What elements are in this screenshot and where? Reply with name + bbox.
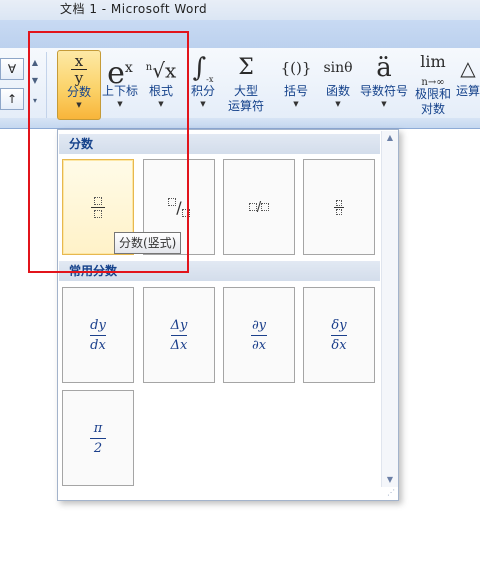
section-header-common-fractions: 常用分数: [59, 261, 380, 281]
small-fraction-icon: [334, 199, 344, 215]
fraction-gallery-dropdown: 分数 / / 常用分数 dy dx Δy Δx ∂y ∂x δy δx π2 ▲ ▼ ⋰: [57, 129, 399, 501]
fraction-linear-tile[interactable]: /: [223, 159, 295, 255]
integral-button[interactable]: ∫-x 积分 ▼: [188, 50, 218, 118]
fraction-icon: xy: [58, 51, 100, 86]
radical-icon: n√x: [145, 58, 177, 83]
common-fraction-small-delta[interactable]: δy δx: [303, 287, 375, 383]
gallery-more-icon[interactable]: ▾: [30, 94, 40, 108]
integral-icon: ∫-x: [192, 53, 214, 85]
window-title: 文档 1 - Microsoft Word: [60, 2, 208, 16]
chevron-down-icon: ▼: [335, 100, 341, 108]
bracket-button[interactable]: {()} 括号 ▼: [278, 50, 314, 118]
common-fraction-partial[interactable]: ∂y ∂x: [223, 287, 295, 383]
scroll-up-icon[interactable]: ▲: [382, 131, 398, 145]
accent-icon: ä: [376, 53, 392, 83]
limit-icon: lim n→∞: [420, 52, 446, 89]
function-button[interactable]: sinθ 函数 ▼: [318, 50, 358, 118]
chevron-down-icon: ▼: [117, 100, 123, 108]
chevron-down-icon: ▼: [200, 100, 206, 108]
radical-button[interactable]: n√x 根式 ▼: [143, 50, 179, 118]
large-operator-button[interactable]: Σ 大型 运算符: [224, 50, 268, 118]
script-icon: ex: [107, 56, 133, 91]
resize-grip-icon[interactable]: ⋰: [387, 489, 395, 497]
operator-icon: △: [460, 56, 476, 80]
script-button[interactable]: ex 上下标 ▼: [100, 50, 140, 118]
section-header-fraction: 分数: [59, 134, 380, 154]
chevron-down-icon: ▼: [158, 100, 164, 108]
function-icon: sinθ: [323, 60, 353, 76]
gallery-scroll-up-icon[interactable]: ▲: [30, 56, 40, 70]
tooltip: 分数(竖式): [114, 232, 182, 254]
symbol-uparrow-button[interactable]: ↑: [0, 88, 24, 110]
linear-fraction-icon: /: [248, 200, 270, 215]
fraction-small-tile[interactable]: [303, 159, 375, 255]
common-fraction-pi-over-2[interactable]: π2: [62, 390, 134, 486]
tab-band: [0, 20, 480, 49]
scroll-down-icon[interactable]: ▼: [382, 473, 398, 487]
fraction-button[interactable]: xy 分数 ▼: [57, 50, 101, 120]
gallery-scroll-down-icon[interactable]: ▼: [30, 74, 40, 88]
bracket-icon: {()}: [280, 59, 312, 77]
chevron-down-icon: ▼: [76, 101, 82, 109]
summation-icon: Σ: [238, 55, 254, 80]
stacked-fraction-icon: [91, 196, 105, 218]
limit-log-button[interactable]: lim n→∞ 极限和 对数: [412, 50, 454, 118]
operator-button[interactable]: △ 运算: [456, 50, 480, 118]
common-fraction-dy-dx[interactable]: dy dx: [62, 287, 134, 383]
gallery-scrollbar[interactable]: ▲ ▼: [381, 131, 398, 487]
chevron-down-icon: ▼: [293, 100, 299, 108]
common-fraction-delta[interactable]: Δy Δx: [143, 287, 215, 383]
symbol-forall-button[interactable]: ∀: [0, 58, 24, 80]
title-bar: 文档 1 - Microsoft Word: [0, 0, 480, 20]
ribbon-separator: [46, 52, 47, 118]
accent-button[interactable]: ä 导数符号 ▼: [358, 50, 410, 118]
chevron-down-icon: ▼: [381, 100, 387, 108]
skewed-fraction-icon: /: [168, 197, 190, 217]
